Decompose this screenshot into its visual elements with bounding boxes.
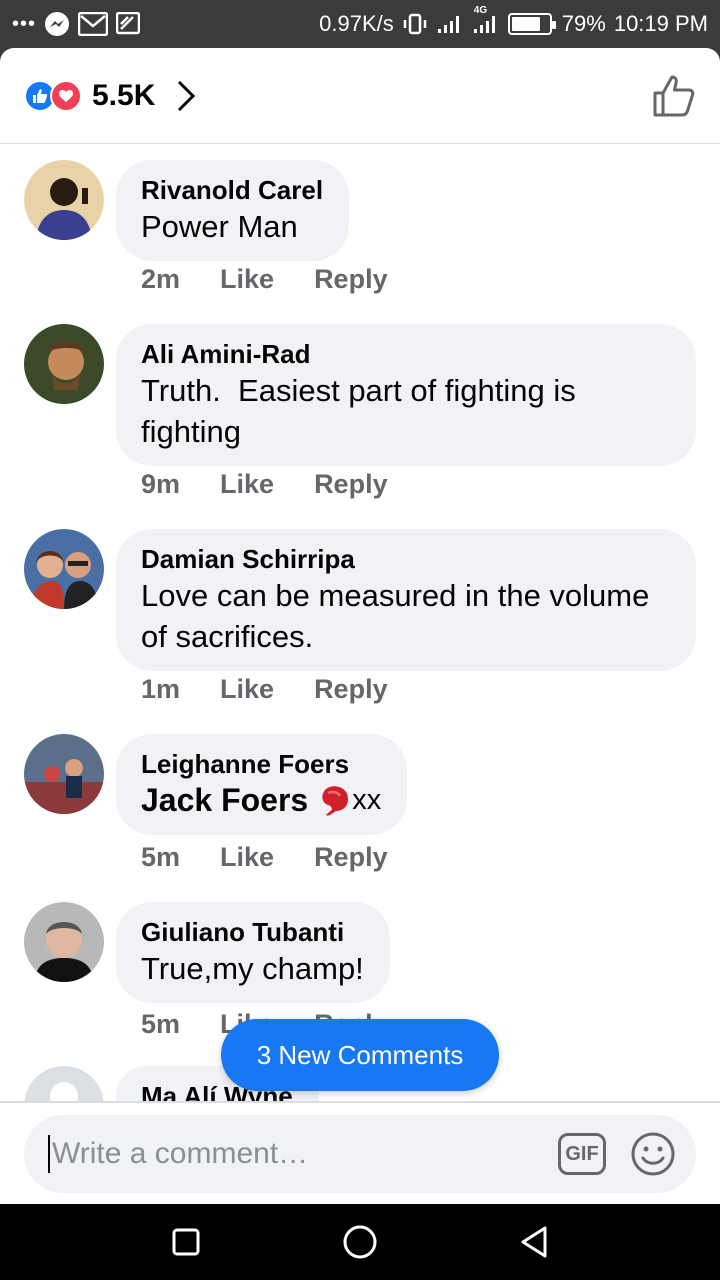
comment-bubble[interactable]: Ali Amini-Rad Truth. Easiest part of fig… [116,324,696,466]
reactions-summary[interactable]: 5.5K [24,79,197,113]
avatar[interactable] [24,160,104,240]
home-button[interactable] [342,1224,378,1260]
comment-text-suffix: xx [352,784,382,816]
comment-text-line: of sacrifices. [141,619,314,654]
comments-list: Rivanold Carel Power Man 2m Like Reply A… [0,144,720,1101]
like-button[interactable]: Like [220,842,274,873]
reply-button[interactable]: Reply [314,674,388,705]
avatar[interactable] [24,529,104,609]
gmail-icon [78,12,109,36]
comment-bubble[interactable]: Rivanold Carel Power Man [116,160,350,261]
network-speed: 0.97K/s [319,11,394,36]
text-cursor [48,1135,50,1173]
cast-icon [116,12,141,36]
comment-text-line: Truth. Easiest part of fighting is [141,373,576,408]
like-button[interactable]: Like [220,469,274,500]
status-bar: ••• 0.97K/s 4G 79% 10:19 PM [0,0,720,48]
messenger-icon [44,11,70,37]
comment-input[interactable] [52,1137,558,1171]
back-button[interactable] [519,1225,549,1259]
comment-text: Jack Foers xx [141,780,381,821]
new-comments-button[interactable]: 3 New Comments [221,1019,499,1091]
avatar[interactable] [24,734,104,814]
comment-author[interactable]: Rivanold Carel [141,174,323,206]
comments-sheet: 5.5K Rivanold Carel Power Man 2m Like Re… [0,48,720,1204]
reaction-count: 5.5K [92,78,156,112]
comment-text: Power Man [141,209,298,244]
love-reaction-icon [50,79,82,112]
mention-link[interactable]: Jack Foers [141,780,308,821]
boxing-glove-icon [316,783,352,819]
battery-icon [507,13,556,35]
battery-percent: 79% [561,11,606,36]
like-button[interactable]: Like [220,674,274,705]
like-button[interactable]: Like [220,264,274,295]
signal-icon [436,13,464,35]
avatar[interactable] [24,902,104,982]
signal-4g-icon: 4G [472,5,500,35]
comment-actions: 2m Like Reply [141,264,388,295]
comment-time[interactable]: 9m [141,469,180,500]
comment-composer: GIF [0,1101,720,1204]
composer-box: GIF [24,1115,696,1193]
network-type: 4G [473,5,488,16]
comment-bubble[interactable]: Damian Schirripa Love can be measured in… [116,529,696,671]
avatar[interactable] [24,1066,104,1101]
chevron-right-icon[interactable] [175,79,197,113]
gif-button[interactable]: GIF [558,1133,606,1175]
comment-text-line: Love can be measured in the volume [141,578,650,613]
clock: 10:19 PM [613,11,708,36]
comment-text: True,my champ! [141,951,364,986]
reply-button[interactable]: Reply [314,469,388,500]
vibrate-icon [402,13,428,35]
comment-author[interactable]: Giuliano Tubanti [141,916,364,948]
comment-time[interactable]: 5m [141,842,180,873]
comment-time[interactable]: 5m [141,1009,180,1040]
comment-actions: 5m Like Reply [141,842,388,873]
reply-button[interactable]: Reply [314,264,388,295]
system-nav-bar [0,1204,720,1280]
comment-author[interactable]: Ali Amini-Rad [141,338,670,370]
like-post-button[interactable] [652,74,696,118]
comment-bubble[interactable]: Leighanne Foers Jack Foers xx [116,734,408,835]
avatar[interactable] [24,324,104,404]
reactions-header: 5.5K [0,48,720,144]
comment-bubble[interactable]: Giuliano Tubanti True,my champ! [116,902,390,1003]
comment-time[interactable]: 1m [141,674,180,705]
emoji-icon[interactable] [630,1131,676,1177]
comment-actions: 1m Like Reply [141,674,388,705]
comment-text-line: fighting [141,414,241,449]
comment-author[interactable]: Damian Schirripa [141,543,670,575]
comment-actions: 9m Like Reply [141,469,388,500]
recents-button[interactable] [171,1227,201,1257]
comment-author[interactable]: Leighanne Foers [141,748,381,780]
more-dots: ••• [12,12,37,35]
comment-time[interactable]: 2m [141,264,180,295]
reply-button[interactable]: Reply [314,842,388,873]
